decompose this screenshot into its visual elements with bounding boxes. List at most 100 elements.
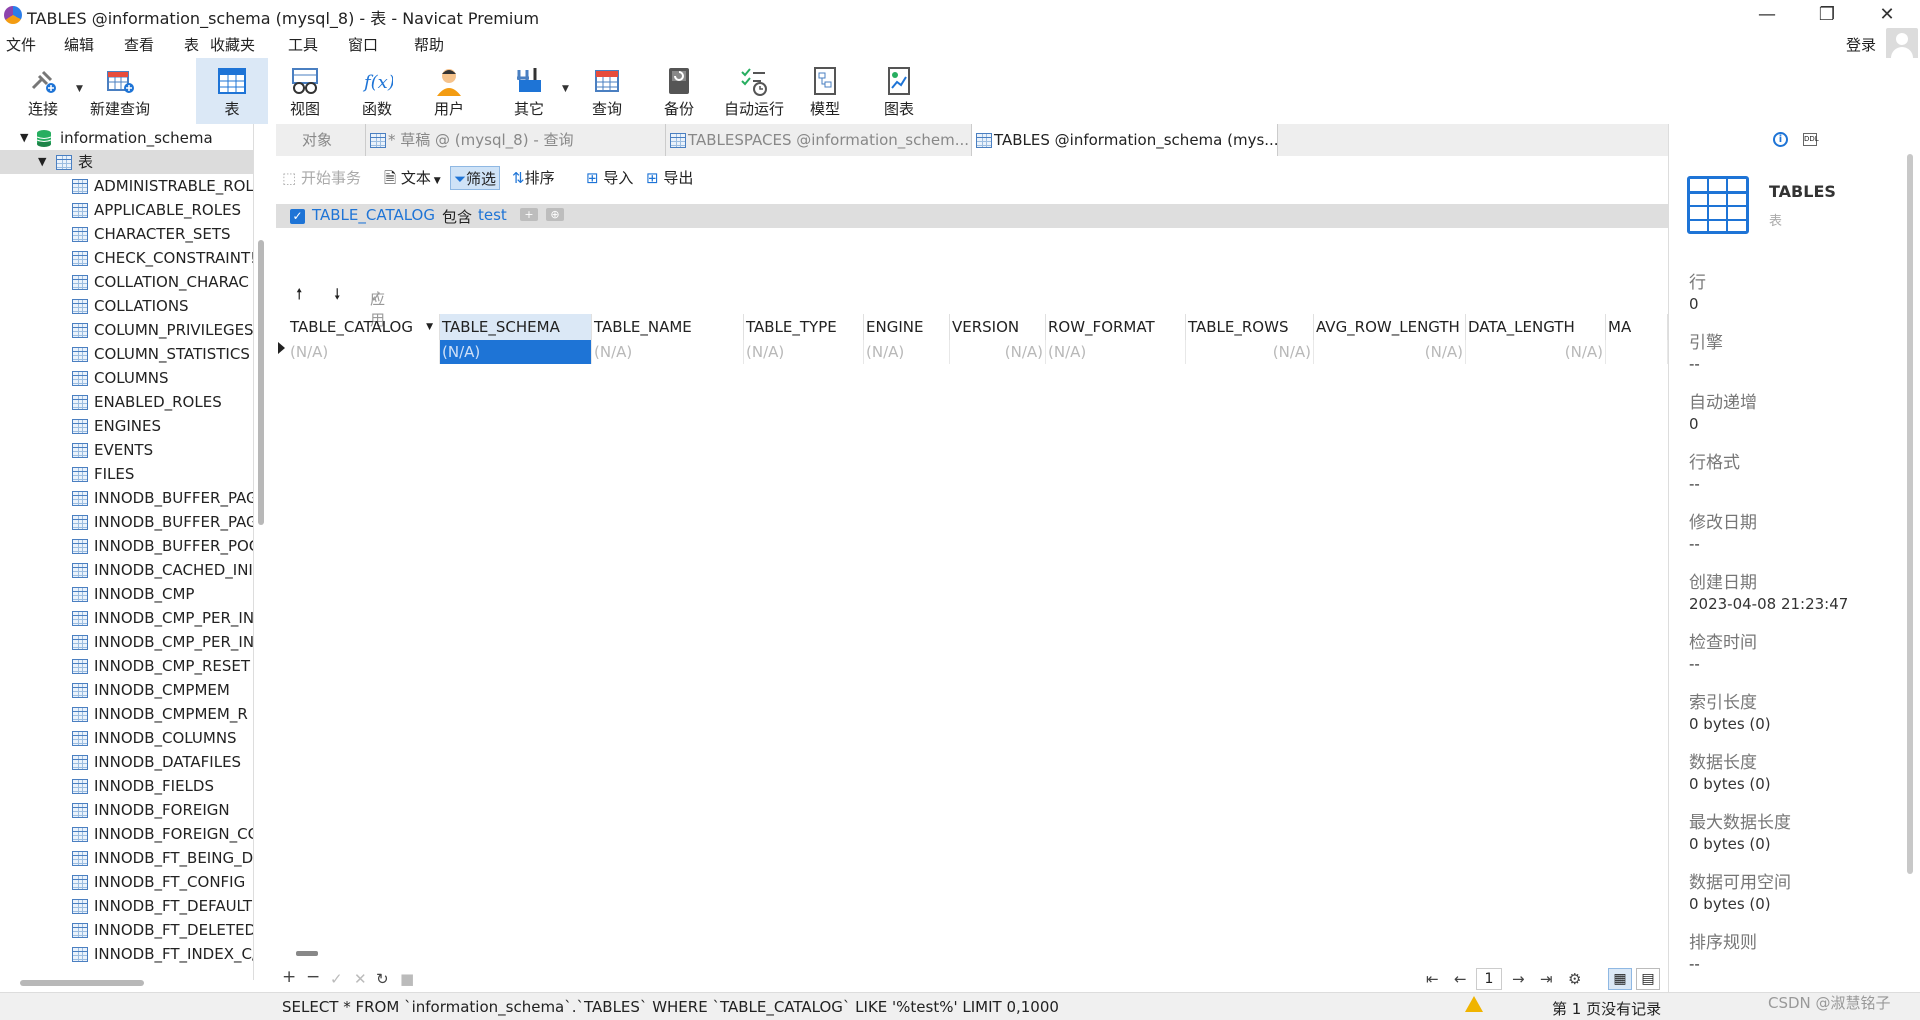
tree-table-item[interactable]: INNODB_CMPMEM — [0, 678, 253, 702]
export-button[interactable]: ⊞ 导出 — [646, 166, 693, 190]
automation-button[interactable]: 自动运行 — [718, 58, 790, 124]
info-panel-scrollbar[interactable] — [1907, 154, 1913, 874]
column-header-table-catalog[interactable]: TABLE_CATALOG ▼ — [288, 314, 440, 340]
tree-table-item[interactable]: INNODB_DATAFILES — [0, 750, 253, 774]
sort-button[interactable]: ⇅排序 — [512, 166, 555, 190]
column-header-table-name[interactable]: TABLE_NAME — [592, 314, 744, 340]
connect-button[interactable]: 连接 — [14, 58, 72, 124]
last-page-icon[interactable]: ⇥ — [1540, 970, 1553, 988]
info-icon[interactable]: i — [1773, 132, 1788, 147]
filter-button[interactable]: ⏷筛选 — [450, 166, 501, 190]
grid-cell[interactable]: (N/A) — [1046, 340, 1186, 364]
menu-view[interactable]: 查看 — [124, 34, 154, 55]
column-header-data-length[interactable]: DATA_LENGTH — [1466, 314, 1606, 340]
tree-table-item[interactable]: INNODB_BUFFER_PAG — [0, 486, 253, 510]
tab-objects[interactable]: 对象 — [276, 124, 366, 156]
filter-options-button[interactable]: ⊕ — [546, 208, 564, 221]
grid-cell[interactable]: (N/A) — [864, 340, 950, 364]
view-button[interactable]: 视图 — [276, 58, 334, 124]
others-button[interactable]: 其它 — [500, 58, 558, 124]
tree-table-item[interactable]: COLUMN_PRIVILEGES — [0, 318, 253, 342]
import-button[interactable]: ⊞ 导入 — [586, 166, 633, 190]
previous-page-icon[interactable]: ← — [1454, 970, 1467, 988]
grid-cell[interactable]: (N/A) — [1466, 340, 1606, 364]
column-header-avg-row-length[interactable]: AVG_ROW_LENGTH — [1314, 314, 1466, 340]
tree-table-item[interactable]: COLUMNS — [0, 366, 253, 390]
tree-table-item[interactable]: FILES — [0, 462, 253, 486]
tree-table-item[interactable]: INNODB_FT_DELETED — [0, 918, 253, 942]
tree-folder-row[interactable]: ▼ 表 — [0, 150, 253, 174]
tab-tablespaces[interactable]: TABLESPACES @information_schem... — [666, 124, 972, 156]
grid-cell[interactable] — [1606, 340, 1668, 364]
tree-table-item[interactable]: ADMINISTRABLE_ROL — [0, 174, 253, 198]
text-button[interactable]: 🗎 文本 ▼ — [384, 166, 441, 190]
tree-table-item[interactable]: INNODB_FT_INDEX_C/ — [0, 942, 253, 966]
grid-cell[interactable]: (N/A) — [950, 340, 1046, 364]
filter-operator[interactable]: 包含 — [442, 206, 472, 227]
menu-file[interactable]: 文件 — [6, 34, 36, 55]
stop-icon[interactable]: ■ — [400, 970, 414, 988]
column-header-row-format[interactable]: ROW_FORMAT — [1046, 314, 1186, 340]
ddl-icon[interactable]: DDL — [1803, 133, 1819, 146]
tree-table-item[interactable]: INNODB_FT_CONFIG — [0, 870, 253, 894]
model-button[interactable]: 模型 — [796, 58, 854, 124]
column-header-table-schema[interactable]: TABLE_SCHEMA — [440, 314, 592, 340]
next-page-icon[interactable]: → — [1512, 970, 1525, 988]
tree-table-item[interactable]: INNODB_CACHED_INI — [0, 558, 253, 582]
tree-table-item[interactable]: INNODB_FOREIGN_CC — [0, 822, 253, 846]
refresh-icon[interactable]: ↻ — [376, 970, 389, 988]
filter-field[interactable]: TABLE_CATALOG — [312, 206, 435, 224]
tree-table-item[interactable]: INNODB_FOREIGN — [0, 798, 253, 822]
query-button[interactable]: 查询 — [578, 58, 636, 124]
apply-changes-icon[interactable]: ✓ — [330, 970, 343, 988]
tree-table-item[interactable]: ENGINES — [0, 414, 253, 438]
move-down-icon[interactable]: 🠗 — [334, 284, 340, 309]
expand-chevron-icon[interactable]: ▼ — [38, 150, 46, 174]
avatar-icon[interactable] — [1886, 28, 1918, 60]
delete-record-icon[interactable]: − — [306, 967, 320, 987]
tree-table-item[interactable]: ENABLED_ROLES — [0, 390, 253, 414]
column-header-engine[interactable]: ENGINE — [864, 314, 950, 340]
menu-table[interactable]: 表 — [184, 34, 199, 55]
tree-horizontal-scrollbar[interactable] — [20, 980, 144, 986]
discard-changes-icon[interactable]: ✕ — [354, 970, 367, 988]
grid-view-icon[interactable]: ▦ — [1608, 968, 1632, 990]
table-button[interactable]: 表 — [196, 58, 268, 124]
tree-table-item[interactable]: INNODB_CMP_PER_IN — [0, 606, 253, 630]
tree-table-item[interactable]: INNODB_FT_DEFAULT — [0, 894, 253, 918]
add-condition-button[interactable]: + — [520, 208, 538, 221]
tree-table-item[interactable]: APPLICABLE_ROLES — [0, 198, 253, 222]
menu-favorites[interactable]: 收藏夹 — [210, 34, 255, 55]
warning-icon[interactable] — [1465, 996, 1483, 1012]
column-header-table-type[interactable]: TABLE_TYPE — [744, 314, 864, 340]
tree-table-item[interactable]: COLLATION_CHARAC — [0, 270, 253, 294]
add-record-icon[interactable]: + — [282, 967, 296, 987]
user-button[interactable]: 用户 — [420, 58, 478, 124]
grid-horizontal-scrollbar[interactable] — [296, 951, 318, 956]
column-header-version[interactable]: VERSION — [950, 314, 1046, 340]
tree-table-item[interactable]: INNODB_CMP_PER_IN — [0, 630, 253, 654]
function-button[interactable]: f(x) 函数 — [348, 58, 406, 124]
tree-table-item[interactable]: COLUMN_STATISTICS — [0, 342, 253, 366]
tree-table-item[interactable]: CHECK_CONSTRAINT! — [0, 246, 253, 270]
page-number-input[interactable]: 1 — [1476, 968, 1502, 990]
menu-window[interactable]: 窗口 — [348, 34, 378, 55]
grid-cell[interactable]: (N/A) — [288, 340, 440, 364]
column-header-table-rows[interactable]: TABLE_ROWS — [1186, 314, 1314, 340]
tree-table-item[interactable]: INNODB_CMP_RESET — [0, 654, 253, 678]
restore-button[interactable]: ❐ — [1804, 2, 1850, 28]
grid-cell-selected[interactable]: (N/A) — [440, 340, 592, 364]
tab-draft-query[interactable]: * 草稿 @ (mysql_8) - 查询 — [366, 124, 666, 156]
tree-table-item[interactable]: CHARACTER_SETS — [0, 222, 253, 246]
first-page-icon[interactable]: ⇤ — [1426, 970, 1439, 988]
tree-database-row[interactable]: ▼ information_schema — [0, 126, 253, 150]
tree-table-item[interactable]: INNODB_CMPMEM_R — [0, 702, 253, 726]
tree-table-item[interactable]: INNODB_FT_BEING_DI — [0, 846, 253, 870]
minimize-button[interactable]: — — [1744, 2, 1790, 28]
tree-table-item[interactable]: INNODB_COLUMNS — [0, 726, 253, 750]
tree-table-item[interactable]: EVENTS — [0, 438, 253, 462]
menu-tools[interactable]: 工具 — [288, 34, 318, 55]
expand-chevron-icon[interactable]: ▼ — [20, 126, 28, 150]
tree-table-item[interactable]: INNODB_BUFFER_POC — [0, 534, 253, 558]
filter-enable-checkbox[interactable]: ✓ — [290, 209, 305, 224]
